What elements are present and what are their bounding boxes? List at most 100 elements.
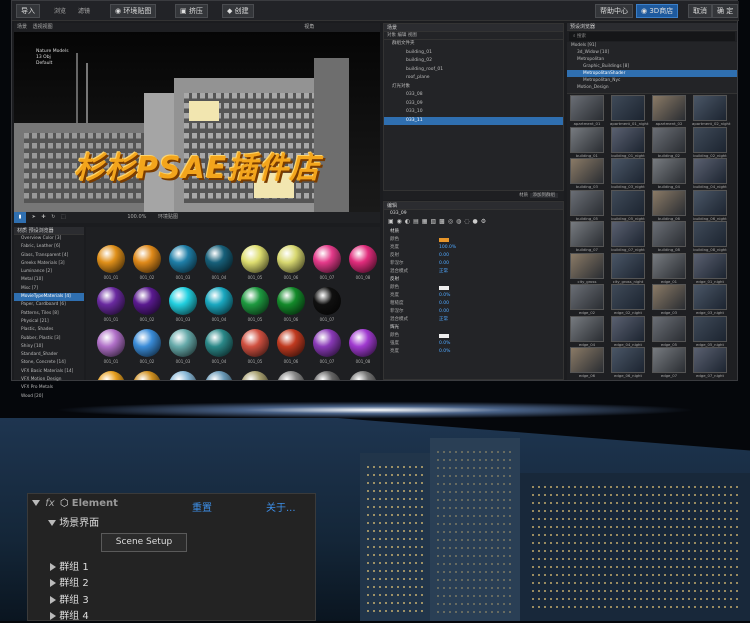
material-swatch[interactable] [241, 371, 269, 380]
matlist-item[interactable]: Standard_Shader [14, 351, 84, 359]
preset-thumbnail[interactable] [570, 189, 604, 216]
preset-thumbnail[interactable] [652, 315, 686, 342]
preset-thumbnail[interactable] [693, 221, 727, 247]
scene-item[interactable]: building_01 [384, 49, 563, 58]
material-swatch[interactable] [277, 329, 305, 357]
material-swatch[interactable] [313, 371, 341, 380]
cancel-button[interactable]: 取消 [688, 4, 712, 18]
preset-thumbnail[interactable] [652, 284, 686, 310]
preset-thumbnail[interactable] [570, 315, 604, 342]
material-swatch[interactable] [349, 329, 377, 357]
matlist-item[interactable]: Shiny [10] [14, 343, 84, 351]
create-button[interactable]: ◆ 创建 [222, 4, 254, 18]
material-swatch[interactable] [277, 245, 305, 273]
preset-thumbnail[interactable] [652, 347, 686, 373]
color-swatch[interactable] [439, 286, 449, 290]
property-section[interactable]: 材质 [384, 228, 563, 236]
matlist-item[interactable]: Fabric, Leather [6] [14, 243, 84, 251]
extrude-button[interactable]: ▣ 挤压 [175, 4, 208, 18]
property-section[interactable]: 辉光 [384, 324, 563, 332]
material-swatch[interactable] [205, 371, 233, 380]
material-swatch[interactable] [169, 371, 197, 380]
about-link[interactable]: 关于... [266, 499, 296, 514]
property-value[interactable]: 0.0% [439, 340, 450, 348]
matlist-item[interactable]: Overview Color [3] [14, 235, 84, 243]
preset-tree-item[interactable]: Graphic_Buildings [8] [567, 63, 737, 70]
material-swatch[interactable] [97, 371, 125, 380]
material-swatch[interactable] [205, 245, 233, 273]
preset-thumbnail[interactable] [693, 158, 727, 184]
select-tool-icon[interactable]: ➤ [32, 214, 36, 220]
scene-item[interactable]: 033_11 [384, 116, 563, 125]
preset-thumbnail[interactable] [693, 126, 727, 153]
matlist-item[interactable]: Metal [10] [14, 276, 84, 284]
help-button[interactable]: 帮助中心 [595, 4, 633, 18]
preset-tree-item[interactable]: 3d_Widow [10] [567, 49, 737, 56]
preset-thumbnail[interactable] [611, 284, 645, 310]
material-swatch[interactable] [277, 287, 305, 315]
scene-item[interactable]: 灯光对象 [384, 83, 563, 92]
matlist-item[interactable]: VFX Motion Design [14, 376, 84, 384]
preset-thumbnail[interactable] [570, 284, 604, 310]
material-swatch[interactable] [133, 245, 161, 273]
preset-thumbnail[interactable] [570, 158, 604, 184]
matlist-item[interactable]: Stone, Concrete [14] [14, 359, 84, 367]
scene-setup-button[interactable]: Scene Setup [101, 533, 187, 552]
matlist-item[interactable]: VFX Basic Materials [14] [14, 368, 84, 376]
matlist-item[interactable]: Paper, Cardboard [6] [14, 301, 84, 309]
preset-thumbnail[interactable] [652, 221, 686, 247]
material-swatch[interactable] [241, 329, 269, 357]
search-input[interactable]: ⌕ 搜索 [569, 32, 735, 41]
property-value[interactable]: 0.00 [439, 252, 449, 260]
preset-thumbnail[interactable] [611, 95, 645, 121]
scene-item[interactable]: 033_10 [384, 108, 563, 117]
browse-button[interactable]: 浏览 [54, 6, 66, 15]
matlist-item[interactable]: VFX Pro Metals [14, 384, 84, 392]
preset-thumbnail[interactable] [693, 95, 727, 121]
preset-thumbnail[interactable] [611, 126, 645, 153]
collapse-icon[interactable] [32, 500, 40, 506]
group-4[interactable]: 群组 4 [50, 607, 89, 622]
preset-thumbnail[interactable] [693, 315, 727, 342]
scene-item[interactable]: 群组文件夹 [384, 40, 563, 49]
group-2[interactable]: 群组 2 [50, 574, 89, 589]
preset-thumbnail[interactable] [693, 189, 727, 216]
preset-thumbnail[interactable] [652, 189, 686, 216]
group-1[interactable]: 群组 1 [50, 558, 89, 573]
preset-thumbnail[interactable] [570, 347, 604, 373]
preset-thumbnail[interactable] [652, 158, 686, 184]
preset-thumbnail[interactable] [570, 252, 604, 279]
material-swatch[interactable] [97, 245, 125, 273]
move-tool-icon[interactable]: ✚ [41, 214, 45, 220]
material-swatch[interactable] [277, 371, 305, 380]
material-swatch[interactable] [169, 287, 197, 315]
store-button[interactable]: ◉ 3D商店 [636, 4, 679, 18]
reset-link[interactable]: 重置 [192, 499, 212, 514]
scene-item[interactable]: 033_09 [384, 100, 563, 109]
preset-thumbnail[interactable] [570, 221, 604, 247]
property-value[interactable]: 0.00 [439, 300, 449, 308]
preset-thumbnail[interactable] [570, 95, 604, 121]
camera-icon[interactable]: ▮ [14, 212, 26, 223]
scene-item[interactable]: 033_08 [384, 91, 563, 100]
env-map-button[interactable]: ◉ 环境贴图 [110, 4, 157, 18]
property-value[interactable]: 0.0% [439, 292, 450, 300]
color-swatch[interactable] [439, 238, 449, 242]
material-swatch[interactable] [169, 245, 197, 273]
group-3[interactable]: 群组 3 [50, 591, 89, 606]
preset-thumbnail[interactable] [693, 284, 727, 310]
property-value[interactable]: 100.0% [439, 244, 456, 252]
material-swatch[interactable] [313, 329, 341, 357]
preset-tree-item[interactable]: Metropolitan [567, 56, 737, 63]
preset-thumbnail[interactable] [611, 315, 645, 342]
scene-item[interactable]: roof_plane [384, 74, 563, 83]
property-icons[interactable]: ▣◉◐▤▦▧▩◎◍◌●⚙ [384, 218, 563, 228]
preset-thumbnail[interactable] [570, 126, 604, 153]
property-section[interactable]: 反射 [384, 276, 563, 284]
matlist-item[interactable]: Luminance [2] [14, 268, 84, 276]
scene-interface-group[interactable]: 场景界面 [48, 514, 99, 529]
material-swatch[interactable] [205, 287, 233, 315]
preset-tree-item[interactable]: Motion_Design [567, 84, 737, 91]
matlist-item[interactable]: Glass, Transparent [4] [14, 252, 84, 260]
material-swatch[interactable] [313, 287, 341, 315]
